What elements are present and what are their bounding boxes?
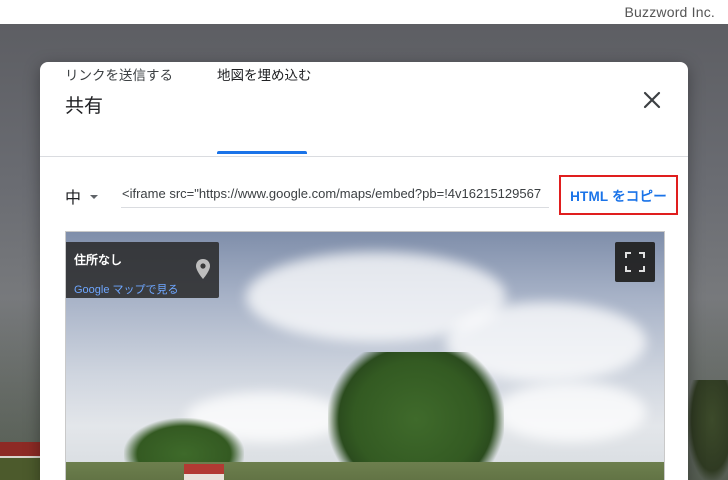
map-pin-icon xyxy=(196,259,210,279)
copy-html-button[interactable]: HTML をコピー xyxy=(559,175,678,215)
map-embed-preview[interactable]: 住所なし Google マップで見る xyxy=(65,231,665,480)
place-info-card: 住所なし Google マップで見る xyxy=(66,242,219,298)
size-dropdown[interactable]: 中 xyxy=(65,184,99,208)
tab-embed-map[interactable]: 地図を埋め込む xyxy=(217,64,312,94)
size-dropdown-value: 中 xyxy=(65,190,82,207)
close-button[interactable] xyxy=(640,88,664,112)
top-bar: Buzzword Inc. xyxy=(0,0,728,24)
place-name: 住所なし xyxy=(74,253,123,267)
embed-code-text: <iframe src="https://www.google.com/maps… xyxy=(122,186,542,201)
tab-send-link[interactable]: リンクを送信する xyxy=(65,64,173,94)
fullscreen-icon xyxy=(625,252,645,272)
active-tab-indicator xyxy=(217,151,307,154)
view-in-maps-link[interactable]: Google マップで見る xyxy=(74,281,179,297)
preview-barn xyxy=(184,464,224,480)
background-ground xyxy=(0,458,40,480)
preview-ground xyxy=(66,462,664,480)
background-tree xyxy=(688,380,728,480)
brand-watermark: Buzzword Inc. xyxy=(624,4,715,20)
share-dialog: 共有 リンクを送信する 地図を埋め込む 中 <iframe src="https… xyxy=(40,62,688,480)
copy-html-label: HTML をコピー xyxy=(570,189,667,204)
dialog-title: 共有 xyxy=(65,96,104,117)
close-icon xyxy=(643,91,661,109)
caret-down-icon xyxy=(90,195,99,199)
tabs-divider xyxy=(40,156,688,157)
embed-code-field[interactable]: <iframe src="https://www.google.com/maps… xyxy=(121,180,549,208)
fullscreen-button[interactable] xyxy=(615,242,655,282)
preview-big-tree xyxy=(328,352,504,480)
